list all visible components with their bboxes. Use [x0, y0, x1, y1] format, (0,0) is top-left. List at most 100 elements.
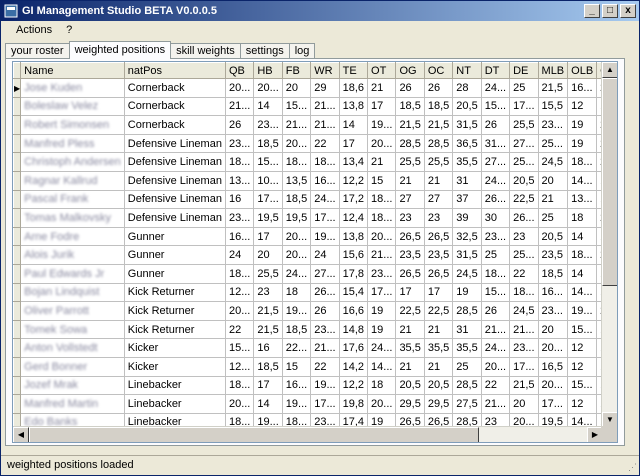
position-score-cell[interactable]: 20...	[537, 338, 569, 358]
position-score-cell[interactable]: 17	[367, 96, 397, 117]
position-score-cell[interactable]: 20	[537, 170, 569, 191]
position-score-cell[interactable]: 15...	[567, 319, 598, 340]
row-header[interactable]	[13, 375, 22, 396]
position-score-cell[interactable]: 27	[423, 189, 454, 210]
position-score-cell[interactable]: 25,5	[423, 152, 454, 172]
position-score-cell[interactable]: 23...	[224, 208, 255, 228]
column-header[interactable]: WR	[310, 62, 340, 79]
position-score-cell[interactable]: 22,5	[395, 301, 425, 321]
position-score-cell[interactable]: 19	[452, 282, 482, 303]
row-header[interactable]	[13, 189, 22, 210]
position-score-cell[interactable]: 23,5	[537, 245, 569, 265]
position-score-cell[interactable]: 17...	[537, 394, 569, 414]
position-score-cell[interactable]: 26,5	[423, 226, 454, 247]
position-score-cell[interactable]: 12	[567, 96, 598, 117]
position-score-cell[interactable]: 26...	[509, 208, 539, 228]
position-score-cell[interactable]: 21...	[281, 115, 312, 135]
position-score-cell[interactable]: 12,2	[338, 375, 369, 396]
position-score-cell[interactable]: 15,6	[338, 245, 369, 265]
menu-help[interactable]: ?	[59, 24, 79, 36]
position-score-cell[interactable]: 21...	[310, 96, 340, 117]
position-score-cell[interactable]: 25,5	[253, 263, 283, 284]
position-score-cell[interactable]: 22	[310, 356, 340, 377]
position-score-cell[interactable]: 37	[452, 189, 482, 210]
natpos-cell[interactable]: Kicker	[123, 338, 226, 358]
position-score-cell[interactable]: 18...	[310, 152, 340, 172]
horizontal-scrollbar[interactable]: ◀ ▶	[13, 426, 603, 442]
position-score-cell[interactable]: 20	[253, 245, 283, 265]
player-name-cell[interactable]: Anton Vollstedt	[20, 338, 125, 358]
position-score-cell[interactable]: 17	[395, 282, 425, 303]
natpos-cell[interactable]: Cornerback	[123, 96, 226, 117]
position-score-cell[interactable]: 19	[567, 133, 598, 154]
position-score-cell[interactable]: 21	[367, 152, 397, 172]
position-score-cell[interactable]: 20...	[224, 78, 255, 98]
position-score-cell[interactable]: 26,5	[423, 263, 454, 284]
position-score-cell[interactable]: 19,5	[253, 208, 283, 228]
player-name-cell[interactable]: Manfred Martin	[20, 394, 125, 414]
position-score-cell[interactable]: 29,5	[423, 394, 454, 414]
position-score-cell[interactable]: 13...	[224, 170, 255, 191]
position-score-cell[interactable]: 22,5	[423, 301, 454, 321]
position-score-cell[interactable]: 19,8	[338, 394, 369, 414]
natpos-cell[interactable]: Gunner	[123, 245, 226, 265]
position-score-cell[interactable]: 20,5	[452, 96, 482, 117]
position-score-cell[interactable]: 15...	[253, 152, 283, 172]
scroll-up-icon[interactable]: ▲	[602, 62, 617, 78]
position-score-cell[interactable]: 15...	[281, 96, 312, 117]
position-score-cell[interactable]: 27	[395, 189, 425, 210]
position-score-cell[interactable]: 17...	[509, 96, 539, 117]
position-score-cell[interactable]: 27...	[310, 263, 340, 284]
position-score-cell[interactable]: 24...	[281, 263, 312, 284]
position-score-cell[interactable]: 20...	[253, 78, 283, 98]
position-score-cell[interactable]: 23	[253, 282, 283, 303]
row-header[interactable]: ▶	[13, 78, 22, 98]
column-header[interactable]: QB	[224, 62, 255, 79]
position-score-cell[interactable]: 12,4	[338, 208, 369, 228]
menu-actions[interactable]: Actions	[9, 24, 59, 36]
position-score-cell[interactable]: 12...	[224, 282, 255, 303]
tab-your-roster[interactable]: your roster	[5, 43, 70, 59]
position-score-cell[interactable]: 27,5	[452, 394, 482, 414]
position-score-cell[interactable]: 22	[224, 319, 255, 340]
natpos-cell[interactable]: Linebacker	[123, 375, 226, 396]
position-score-cell[interactable]: 14,8	[338, 319, 369, 340]
natpos-cell[interactable]: Defensive Lineman	[123, 133, 226, 154]
position-score-cell[interactable]: 18,6	[338, 78, 369, 98]
position-score-cell[interactable]: 18...	[480, 263, 511, 284]
player-name-cell[interactable]: Jozef Mrak	[20, 375, 125, 396]
position-score-cell[interactable]: 21,5	[253, 319, 283, 340]
player-name-cell[interactable]: Bojan Lindquist	[20, 282, 125, 303]
position-score-cell[interactable]: 15	[367, 170, 397, 191]
position-score-cell[interactable]: 25	[480, 245, 511, 265]
position-score-cell[interactable]: 26	[480, 301, 511, 321]
position-score-cell[interactable]: 21	[395, 319, 425, 340]
row-header[interactable]	[13, 301, 22, 321]
position-score-cell[interactable]: 20...	[367, 394, 397, 414]
position-score-cell[interactable]: 31,5	[452, 245, 482, 265]
column-header[interactable]: MLB	[537, 62, 569, 79]
position-score-cell[interactable]: 26	[480, 115, 511, 135]
row-header[interactable]	[13, 245, 22, 265]
position-score-cell[interactable]: 24	[310, 245, 340, 265]
player-name-cell[interactable]: Paul Edwards Jr	[20, 263, 125, 284]
position-score-cell[interactable]: 13...	[567, 189, 598, 210]
position-score-cell[interactable]: 20...	[367, 226, 397, 247]
position-score-cell[interactable]: 26	[395, 78, 425, 98]
column-header[interactable]: NT	[452, 62, 482, 79]
row-header[interactable]	[13, 282, 22, 303]
table-row[interactable]: Alois Jurik Gunner 24 20 20... 24 15,6 21... 23,…	[13, 245, 617, 265]
position-score-cell[interactable]: 35,5	[452, 338, 482, 358]
vertical-scrollbar[interactable]: ▲ ▼	[601, 62, 617, 428]
position-score-cell[interactable]: 31,5	[452, 115, 482, 135]
position-score-cell[interactable]: 20...	[537, 375, 569, 396]
natpos-cell[interactable]: Gunner	[123, 263, 226, 284]
position-score-cell[interactable]: 27...	[509, 133, 539, 154]
natpos-cell[interactable]: Gunner	[123, 226, 226, 247]
position-score-cell[interactable]: 17...	[310, 394, 340, 414]
position-score-cell[interactable]: 19...	[367, 115, 397, 135]
position-score-cell[interactable]: 20	[281, 78, 312, 98]
position-score-cell[interactable]: 28,5	[395, 133, 425, 154]
table-row[interactable]: Tomas Malkovsky Defensive Lineman 23... 19,…	[13, 208, 617, 228]
row-header[interactable]	[13, 133, 22, 154]
